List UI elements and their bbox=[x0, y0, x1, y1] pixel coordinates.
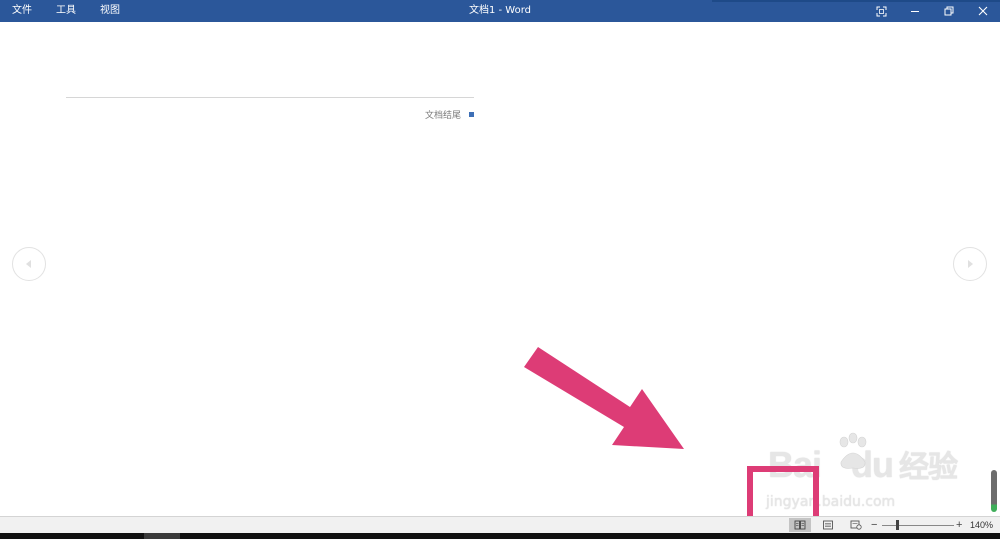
paw-icon bbox=[839, 432, 867, 469]
read-mode-button[interactable] bbox=[789, 518, 811, 532]
fullscreen-icon bbox=[876, 6, 886, 16]
zoom-slider-thumb[interactable] bbox=[896, 520, 899, 530]
taskbar-active-item[interactable] bbox=[144, 533, 180, 539]
close-icon bbox=[978, 6, 988, 16]
fullscreen-button[interactable] bbox=[864, 0, 898, 22]
restore-icon bbox=[944, 6, 954, 16]
zoom-level[interactable]: 140% bbox=[970, 517, 993, 533]
print-layout-button[interactable] bbox=[817, 518, 839, 532]
page-divider bbox=[66, 97, 474, 98]
watermark-brand-cn: 经验 bbox=[899, 450, 958, 485]
zoom-slider-track[interactable] bbox=[882, 525, 954, 526]
document-end-label: 文档结尾 bbox=[424, 110, 461, 121]
menu-tools[interactable]: 工具 bbox=[44, 0, 88, 22]
window-title: 文档1 - Word bbox=[468, 5, 532, 16]
previous-page-button[interactable] bbox=[12, 247, 46, 281]
menu-view[interactable]: 视图 bbox=[88, 0, 132, 22]
zoom-out-button[interactable]: − bbox=[871, 517, 877, 533]
taskbar bbox=[0, 533, 1000, 539]
minimize-icon bbox=[911, 11, 919, 12]
title-bar: 文件 工具 视图 文档1 - Word bbox=[0, 0, 1000, 22]
restore-button[interactable] bbox=[932, 0, 966, 22]
chevron-left-icon bbox=[26, 260, 31, 268]
web-page-icon bbox=[850, 520, 862, 530]
watermark-brand-right: du bbox=[851, 444, 894, 485]
menu-file[interactable]: 文件 bbox=[0, 0, 44, 22]
book-icon bbox=[794, 520, 806, 530]
next-page-button[interactable] bbox=[953, 247, 987, 281]
minimize-button[interactable] bbox=[898, 0, 932, 22]
pointer-arrow-icon bbox=[524, 347, 684, 449]
menu-bar: 文件 工具 视图 bbox=[0, 0, 132, 22]
zoom-in-button[interactable]: + bbox=[956, 517, 962, 533]
web-layout-button[interactable] bbox=[845, 518, 867, 532]
status-bar: − + 140% bbox=[0, 516, 1000, 533]
document-end: 文档结尾 bbox=[380, 107, 474, 121]
chevron-right-icon bbox=[968, 260, 973, 268]
page-icon bbox=[823, 520, 833, 530]
scroll-indicator[interactable] bbox=[991, 470, 997, 512]
document-end-marker bbox=[469, 111, 474, 117]
window-controls bbox=[864, 0, 1000, 22]
close-button[interactable] bbox=[966, 0, 1000, 22]
